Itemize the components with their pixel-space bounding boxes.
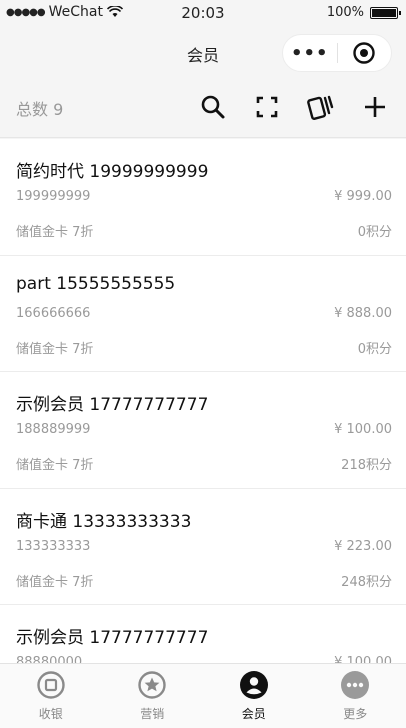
- battery-percent: 100%: [326, 5, 364, 20]
- capsule-close-button[interactable]: [338, 41, 392, 65]
- member-points: 0积分: [357, 341, 392, 357]
- toolbar-actions: [198, 92, 390, 122]
- target-close-icon: [353, 42, 375, 64]
- member-name: 示例会员 17777777777: [16, 395, 209, 415]
- tab-marketing[interactable]: 营销: [102, 664, 204, 728]
- member-card-number: 133333333: [16, 538, 91, 554]
- tab-cashier[interactable]: 收银: [0, 664, 102, 728]
- add-member-button[interactable]: [360, 92, 390, 122]
- nav-bar: 会员 •••: [0, 26, 406, 80]
- member-card-type: 储值金卡 7折: [16, 225, 94, 240]
- list-item[interactable]: 示例会员 17777777777 188889999 ¥ 100.00 储值金卡…: [0, 372, 406, 489]
- member-balance: ¥ 100.00: [334, 422, 392, 437]
- member-row-type: 储值金卡 7折 218积分: [16, 454, 392, 473]
- tab-label: 会员: [241, 707, 266, 721]
- list-item[interactable]: 商卡通 13333333333 133333333 ¥ 223.00 储值金卡 …: [0, 489, 406, 605]
- member-card-number: 188889999: [16, 422, 91, 437]
- member-name: 示例会员 17777777777: [16, 628, 209, 648]
- member-balance: ¥ 888.00: [334, 305, 392, 321]
- member-row-type: 储值金卡 7折 0积分: [16, 338, 392, 357]
- member-row-card: 88880000 ¥ 100.00: [16, 655, 392, 663]
- card-button[interactable]: [306, 92, 336, 122]
- member-name: 简约时代 19999999999: [16, 162, 209, 182]
- member-name: 商卡通 13333333333: [16, 511, 192, 532]
- member-row-type: 储值金卡 7折 0积分: [16, 221, 392, 240]
- toolbar: 总数 9: [0, 80, 406, 138]
- member-row-card: 133333333 ¥ 223.00: [16, 539, 392, 554]
- tab-bar: 收银 营销 会员 更多: [0, 663, 406, 728]
- battery-icon: [370, 6, 401, 19]
- member-icon: [239, 670, 269, 700]
- tab-more[interactable]: 更多: [305, 664, 406, 728]
- member-balance: ¥ 999.00: [334, 189, 392, 204]
- tab-label: 营销: [140, 707, 165, 721]
- star-icon: [137, 670, 167, 700]
- cards-icon: [307, 95, 334, 120]
- total-count: 总数 9: [16, 100, 64, 119]
- member-name: part 15555555555: [16, 273, 176, 294]
- member-row-card: 188889999 ¥ 100.00: [16, 422, 392, 437]
- mini-program-capsule: •••: [282, 34, 392, 72]
- member-list: 简约时代 19999999999 199999999 ¥ 999.00 储值金卡…: [0, 139, 406, 663]
- list-item[interactable]: part 15555555555 166666666 ¥ 888.00 储值金卡…: [0, 256, 406, 372]
- more-icon: [340, 670, 370, 700]
- member-card-type: 储值金卡 7折: [16, 458, 94, 473]
- capsule-more-button[interactable]: •••: [283, 43, 337, 64]
- search-icon: [201, 95, 225, 119]
- list-item[interactable]: 示例会员 17777777777 88880000 ¥ 100.00: [0, 605, 406, 663]
- tab-label: 更多: [343, 707, 368, 721]
- member-card-number: 88880000: [16, 655, 83, 663]
- member-points: 248积分: [341, 574, 392, 590]
- member-card-number: 166666666: [16, 305, 91, 321]
- search-button[interactable]: [198, 92, 228, 122]
- member-points: 218积分: [341, 458, 392, 473]
- list-item[interactable]: 简约时代 19999999999 199999999 ¥ 999.00 储值金卡…: [0, 139, 406, 256]
- tab-label: 收银: [38, 707, 63, 721]
- member-balance: ¥ 100.00: [334, 655, 392, 663]
- member-card-number: 199999999: [16, 189, 91, 204]
- member-card-type: 储值金卡 7折: [16, 574, 94, 590]
- member-row-card: 166666666 ¥ 888.00: [16, 306, 392, 321]
- member-row-card: 199999999 ¥ 999.00: [16, 189, 392, 204]
- member-balance: ¥ 223.00: [334, 538, 392, 554]
- member-points: 0积分: [357, 225, 392, 240]
- add-icon: [365, 97, 385, 117]
- scan-button[interactable]: [252, 92, 282, 122]
- member-card-type: 储值金卡 7折: [16, 341, 94, 357]
- status-right: 100%: [326, 5, 401, 20]
- cashier-icon: [36, 670, 66, 700]
- member-row-type: 储值金卡 7折 248积分: [16, 571, 392, 590]
- status-bar: ●●●●● WeChat 20:03 100%: [0, 0, 406, 26]
- scan-icon: [256, 96, 278, 118]
- tab-members[interactable]: 会员: [203, 664, 305, 728]
